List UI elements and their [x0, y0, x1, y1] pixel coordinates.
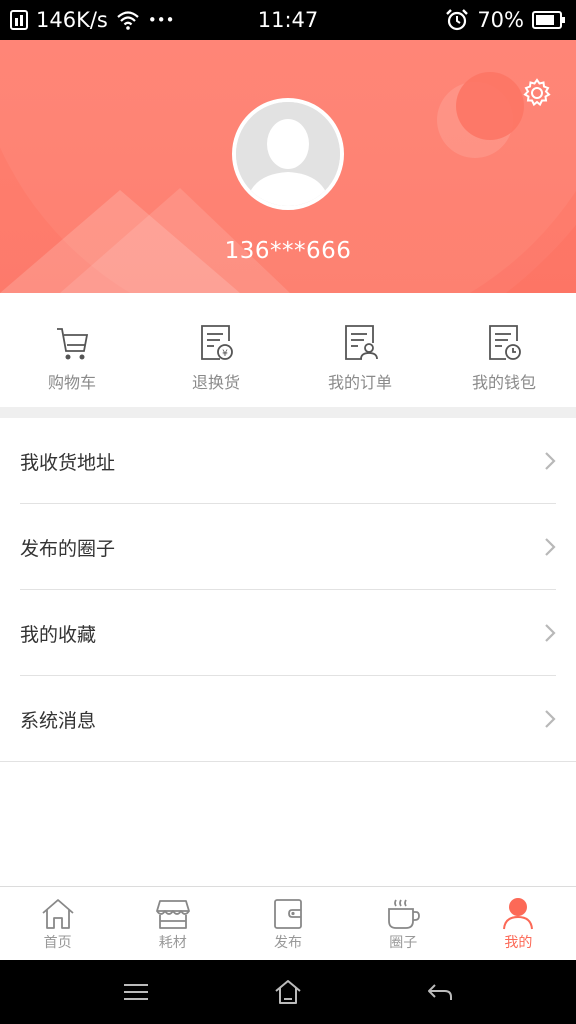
bottom-tab-bar: 首页 耗材 发布 圈子 我的	[0, 886, 576, 960]
quick-wallet-label: 我的钱包	[471, 373, 536, 392]
tab-label: 圈子	[389, 935, 418, 951]
tab-me[interactable]: 我的	[461, 887, 576, 960]
menu-item-messages[interactable]: 系统消息	[0, 676, 576, 762]
network-speed: 146K/s	[36, 8, 108, 32]
back-icon[interactable]	[425, 977, 455, 1007]
quick-orders-label: 我的订单	[327, 373, 392, 392]
alarm-icon	[445, 9, 469, 31]
store-icon	[155, 900, 190, 929]
home-nav-icon[interactable]	[273, 977, 303, 1007]
tab-label: 发布	[274, 935, 302, 951]
wallet-icon	[489, 325, 521, 360]
settings-gear-icon[interactable]	[522, 78, 552, 108]
menu-icon[interactable]	[121, 977, 151, 1007]
sim-icon	[10, 10, 28, 30]
return-icon: ¥	[201, 325, 233, 360]
tab-publish[interactable]: 发布	[230, 887, 345, 960]
default-user-icon	[236, 102, 340, 206]
menu-item-label: 我的收藏	[20, 623, 97, 646]
menu-list: 我收货地址 发布的圈子 我的收藏 系统消息	[0, 418, 576, 762]
order-icon	[345, 325, 378, 360]
wifi-icon	[116, 10, 140, 30]
user-phone: 136***666	[224, 238, 352, 264]
section-divider	[0, 407, 576, 418]
tab-supplies[interactable]: 耗材	[115, 887, 230, 960]
menu-item-label: 我收货地址	[20, 451, 116, 474]
chevron-right-icon	[545, 624, 556, 642]
publish-icon	[274, 899, 302, 929]
quick-cart[interactable]: 购物车	[0, 293, 144, 407]
quick-return-label: 退换货	[191, 373, 240, 392]
menu-item-label: 系统消息	[20, 709, 97, 732]
quick-cart-label: 购物车	[47, 373, 96, 392]
menu-item-my-posts[interactable]: 发布的圈子	[0, 504, 576, 590]
quick-return[interactable]: ¥ 退换货	[144, 293, 288, 407]
tab-circle[interactable]: 圈子	[346, 887, 461, 960]
status-bar: 146K/s ••• 11:47 70%	[0, 0, 576, 40]
battery-percent: 70%	[477, 8, 524, 32]
svg-text:¥: ¥	[222, 349, 228, 359]
menu-item-favorites[interactable]: 我的收藏	[0, 590, 576, 676]
chevron-right-icon	[545, 452, 556, 470]
avatar[interactable]	[232, 98, 344, 210]
profile-header: 136***666	[0, 40, 576, 293]
cart-icon	[57, 328, 89, 360]
person-icon	[503, 898, 534, 930]
tab-label: 耗材	[158, 935, 187, 951]
more-dots: •••	[147, 11, 175, 29]
tab-home[interactable]: 首页	[0, 887, 115, 960]
battery-icon	[532, 11, 566, 29]
cup-icon	[388, 899, 421, 929]
menu-item-address[interactable]: 我收货地址	[0, 418, 576, 504]
menu-item-label: 发布的圈子	[20, 537, 116, 560]
quick-actions: 购物车 ¥ 退换货 我的订单 我的钱包	[0, 293, 576, 407]
system-nav-bar	[0, 960, 576, 1024]
quick-orders[interactable]: 我的订单	[288, 293, 432, 407]
quick-wallet[interactable]: 我的钱包	[432, 293, 576, 407]
chevron-right-icon	[545, 710, 556, 728]
chevron-right-icon	[545, 538, 556, 556]
home-icon	[42, 899, 74, 929]
tab-label: 首页	[43, 935, 72, 951]
tab-label: 我的	[504, 935, 533, 951]
